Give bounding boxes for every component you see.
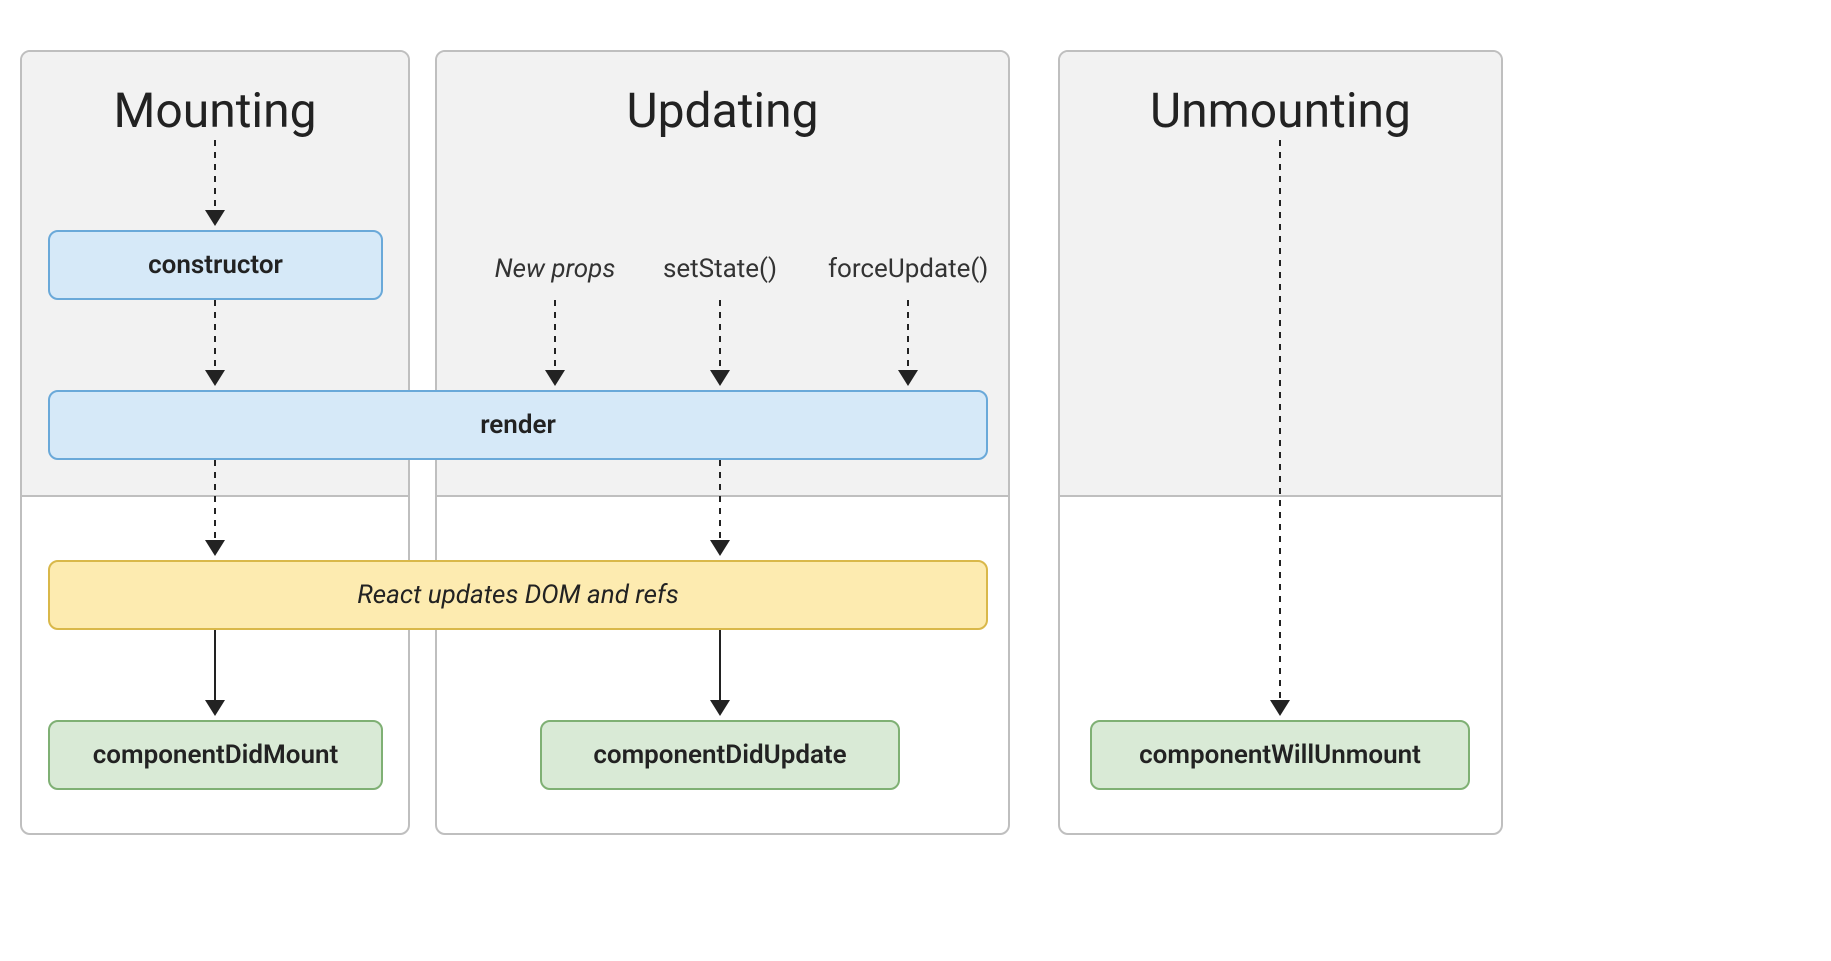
lifecycle-diagram: Mounting Updating Unmounting constructor… bbox=[0, 0, 1831, 961]
constructor-box: constructor bbox=[48, 230, 383, 300]
updating-title: Updating bbox=[437, 82, 1008, 139]
component-will-unmount-box: componentWillUnmount bbox=[1090, 720, 1470, 790]
render-box: render bbox=[48, 390, 988, 460]
trigger-new-props: New props bbox=[490, 254, 620, 284]
component-did-update-box: componentDidUpdate bbox=[540, 720, 900, 790]
unmounting-title: Unmounting bbox=[1060, 82, 1501, 139]
mounting-title: Mounting bbox=[22, 82, 408, 139]
dom-update-box: React updates DOM and refs bbox=[48, 560, 988, 630]
trigger-force-update: forceUpdate() bbox=[828, 254, 988, 284]
trigger-set-state: setState() bbox=[660, 254, 780, 284]
unmounting-panel: Unmounting bbox=[1058, 50, 1503, 835]
component-did-mount-box: componentDidMount bbox=[48, 720, 383, 790]
